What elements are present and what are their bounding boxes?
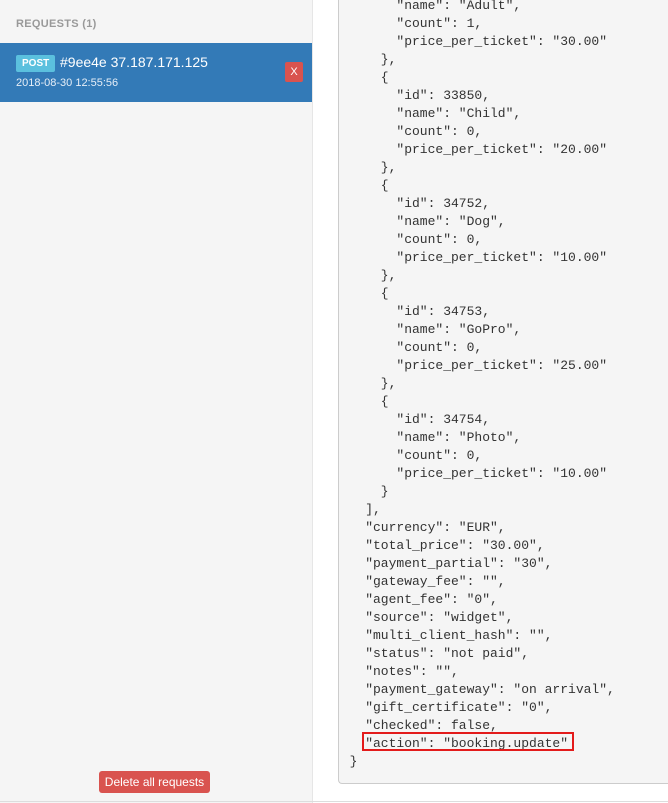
json-line: "multi_client_hash": "", — [365, 628, 553, 643]
request-item[interactable]: POST #9ee4e 37.187.171.125 2018-08-30 12… — [0, 43, 312, 102]
json-line: "price_per_ticket": "30.00" — [396, 34, 608, 49]
json-line: { — [380, 394, 389, 409]
json-line: "agent_fee": "0", — [365, 592, 498, 607]
json-line: "count": 0, — [396, 124, 483, 139]
requests-sidebar: REQUESTS (1) POST #9ee4e 37.187.171.125 … — [0, 0, 313, 803]
json-line: } — [380, 484, 389, 499]
json-line: }, — [380, 268, 397, 283]
json-line: }, — [380, 52, 397, 67]
json-line: "count": 0, — [396, 232, 483, 247]
json-line: "price_per_ticket": "25.00" — [396, 358, 608, 373]
json-line: "source": "widget", — [365, 610, 514, 625]
method-badge: POST — [16, 55, 56, 72]
json-line: "id": 34753, — [396, 304, 491, 319]
json-line: "name": "Photo", — [396, 430, 522, 445]
json-line: } — [349, 754, 358, 769]
json-line: "notes": "", — [365, 664, 459, 679]
json-line: "price_per_ticket": "10.00" — [396, 250, 608, 265]
json-line: "total_price": "30.00", — [365, 538, 545, 553]
json-line: "count": 0, — [396, 448, 483, 463]
json-line: "payment_gateway": "on arrival", — [365, 682, 615, 697]
json-line: { — [380, 178, 389, 193]
json-line: "gateway_fee": "", — [365, 574, 506, 589]
json-line: "payment_partial": "30", — [365, 556, 553, 571]
json-line: "id": 33850, — [396, 88, 491, 103]
request-timestamp: 2018-08-30 12:55:56 — [16, 77, 119, 89]
json-line: "name": "Adult", — [396, 0, 522, 13]
delete-request-button[interactable]: X — [285, 62, 303, 82]
json-line: }, — [380, 376, 397, 391]
json-line: { — [380, 286, 389, 301]
json-line: "name": "Dog", — [396, 214, 506, 229]
page-bottom-border — [0, 801, 668, 802]
json-line: "currency": "EUR", — [365, 520, 506, 535]
json-line: "price_per_ticket": "20.00" — [396, 142, 608, 157]
json-line: "id": 34754, — [396, 412, 491, 427]
json-line: "gift_certificate": "0", — [365, 700, 553, 715]
highlight-box — [362, 732, 574, 751]
json-line: ], — [365, 502, 381, 517]
requests-heading: REQUESTS (1) — [16, 18, 97, 30]
json-line: "status": "not paid", — [365, 646, 530, 661]
json-line: "id": 34752, — [396, 196, 491, 211]
json-line: "name": "GoPro", — [396, 322, 522, 337]
json-line: }, — [380, 160, 397, 175]
request-title: #9ee4e 37.187.171.125 — [60, 54, 208, 70]
json-line: { — [380, 70, 389, 85]
delete-all-requests-button[interactable]: Delete all requests — [99, 771, 210, 793]
json-line: "count": 0, — [396, 340, 483, 355]
json-line: "price_per_ticket": "10.00" — [396, 466, 608, 481]
json-line: "count": 1, — [396, 16, 483, 31]
json-line: "name": "Child", — [396, 106, 522, 121]
